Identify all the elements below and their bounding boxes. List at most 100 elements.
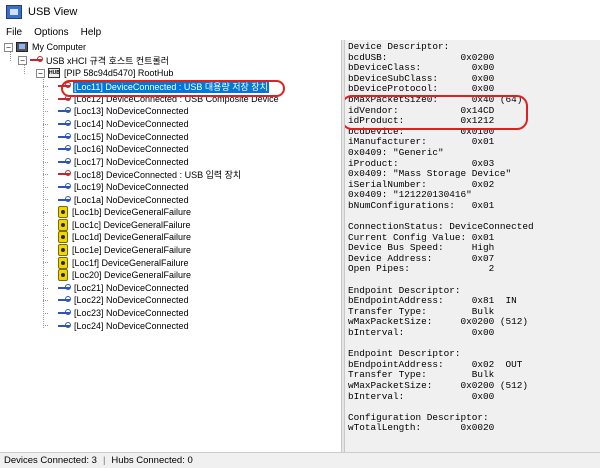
computer-icon [16,42,28,53]
tree-node-label: [Loc11] DeviceConnected : USB 대용량 저장 장치 [73,79,269,93]
tree-connector [43,212,48,213]
tree-node-root-hub[interactable]: − HUB [PIP 58c94d5470] RootHub [36,67,174,80]
tree-node-label: [Loc15] NoDeviceConnected [74,131,189,142]
status-bar: Devices Connected: 3 | Hubs Connected: 0 [0,452,600,468]
tree-node-port[interactable]: [Loc11] DeviceConnected : USB 대용량 저장 장치 [43,79,269,93]
device-failure-icon [58,256,68,269]
tree-node-port[interactable]: [Loc1b] DeviceGeneralFailure [43,206,192,219]
tree-node-my-computer[interactable]: − My Computer [4,41,87,54]
usb-port-icon [58,132,71,142]
tree-node-label: [Loc13] NoDeviceConnected [74,106,189,117]
devices-connected-count: Devices Connected: 3 [4,455,97,466]
tree-node-label: [Loc21] NoDeviceConnected [74,282,189,293]
device-failure-icon [58,231,68,244]
tree-node-label: [Loc17] NoDeviceConnected [74,156,189,167]
usb-port-icon [58,321,71,331]
hubs-connected-count: Hubs Connected: 0 [111,455,193,466]
tree-connector [43,312,48,314]
tree-node-port[interactable]: [Loc18] DeviceConnected : USB 입력 장치 [43,168,242,181]
detail-line: Open Pipes: 2 [348,263,495,275]
tree-connector [43,111,48,113]
tree-connector [43,262,48,264]
menu-help[interactable]: Help [81,27,102,38]
tree-node-port[interactable]: [Loc24] NoDeviceConnected [43,319,190,332]
tree-node-label: USB xHCI 규격 호스트 컨트롤러 [46,55,170,66]
tree-node-port[interactable]: [Loc20] DeviceGeneralFailure [43,269,192,282]
collapse-icon[interactable]: − [4,42,13,52]
menu-file[interactable]: File [6,27,22,38]
device-tree-pane[interactable]: − My Computer − USB xHCI 규격 호스트 컨트롤러 − H… [0,40,341,452]
tree-node-port[interactable]: [Loc19] NoDeviceConnected [43,181,190,194]
tree-node-port[interactable]: [Loc12] DeviceConnected : USB Composite … [43,93,280,106]
usb-controller-icon [30,55,43,65]
collapse-icon[interactable]: − [18,55,27,65]
detail-line: 0x0409: "Generic" [348,146,444,158]
device-failure-icon [58,206,68,219]
tree-node-port[interactable]: [Loc23] NoDeviceConnected [43,307,190,320]
tree-connector [43,300,48,302]
tree-connector [43,199,48,201]
title-bar: USB View [0,0,600,24]
tree-connector [43,77,44,328]
detail-line: bNumConfigurations: 0x01 [348,199,495,211]
tree-node-port[interactable]: [Loc1c] DeviceGeneralFailure [43,218,192,232]
tree-node-port[interactable]: [Loc16] NoDeviceConnected [43,143,190,156]
tree-node-port[interactable]: [Loc1a] NoDeviceConnected [43,193,190,206]
usb-port-icon [58,144,71,154]
tree-node-port[interactable]: [Loc1f] DeviceGeneralFailure [43,256,190,269]
usb-device-connected-icon [58,81,71,91]
status-separator: | [102,455,106,466]
usb-view-app-icon [6,5,22,19]
tree-node-port[interactable]: [Loc1e] DeviceGeneralFailure [43,244,192,257]
menu-bar: File Options Help [0,24,600,40]
tree-connector [43,275,48,276]
tree-connector [43,123,48,125]
tree-node-controller[interactable]: − USB xHCI 규격 호스트 컨트롤러 [18,54,170,67]
tree-connector [43,174,48,176]
tree-node-label: [Loc18] DeviceConnected : USB 입력 장치 [74,169,242,180]
tree-node-label: [Loc14] NoDeviceConnected [74,119,189,130]
usb-port-icon [58,195,71,205]
hub-icon: HUB [48,68,60,79]
tree-node-port[interactable]: [Loc22] NoDeviceConnected [43,294,190,307]
tree-node-label: [Loc1d] DeviceGeneralFailure [72,232,192,243]
tree-connector [43,136,48,138]
tree-connector [43,86,48,87]
detail-line: bInterval: 0x00 [348,327,495,339]
tree-node-label: [Loc19] NoDeviceConnected [74,182,189,193]
tree-node-label: [Loc1e] DeviceGeneralFailure [72,245,192,256]
menu-options[interactable]: Options [34,27,68,38]
detail-line: wTotalLength: 0x0020 [348,422,495,434]
tree-node-port[interactable]: [Loc15] NoDeviceConnected [43,130,190,143]
device-details-pane[interactable]: Device Descriptor: bcdUSB: 0x0200 bDeviceC… [345,40,600,452]
device-failure-icon [58,244,68,257]
tree-node-port[interactable]: [Loc1d] DeviceGeneralFailure [43,231,192,244]
tree-node-port[interactable]: [Loc17] NoDeviceConnected [43,156,190,169]
usb-port-icon [58,106,71,116]
collapse-icon[interactable]: − [36,68,45,78]
tree-node-port[interactable]: [Loc14] NoDeviceConnected [43,118,190,131]
tree-node-label: [Loc20] DeviceGeneralFailure [72,270,192,281]
tree-node-label: [Loc12] DeviceConnected : USB Composite … [74,93,279,104]
device-details-text: Device Descriptor: bcdUSB: 0x0200 bDeviceC… [348,41,600,434]
tree-node-port[interactable]: [Loc21] NoDeviceConnected [43,282,190,295]
device-failure-icon [58,269,68,282]
tree-node-port[interactable]: [Loc13] NoDeviceConnected [43,105,190,118]
tree-connector [43,224,48,226]
usb-device-connected-icon [58,169,71,179]
usb-port-icon [58,308,71,318]
tree-node-label: [Loc24] NoDeviceConnected [74,320,189,331]
usb-port-icon [58,182,71,192]
